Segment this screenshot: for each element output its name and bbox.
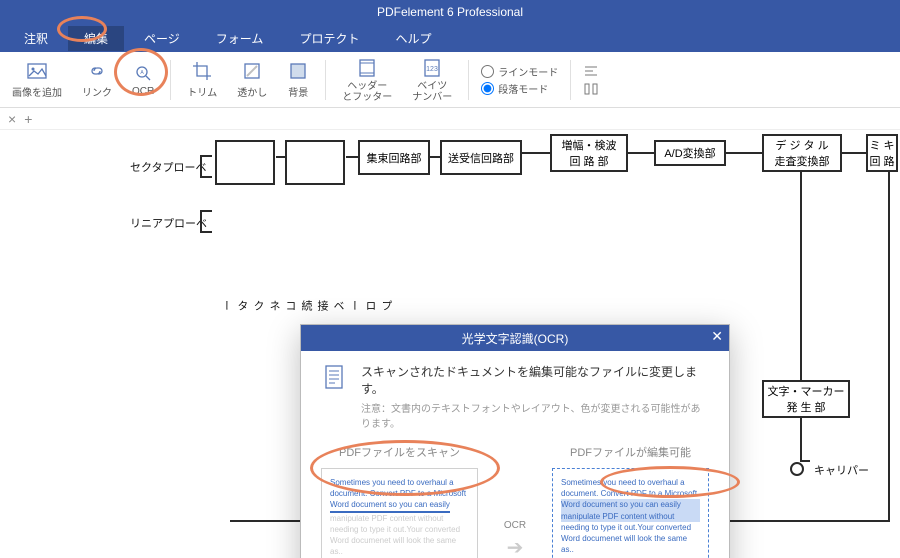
add-tab-icon[interactable]: +	[24, 111, 32, 127]
image-icon	[26, 60, 48, 82]
close-tab-icon[interactable]: ×	[8, 111, 16, 127]
background-button[interactable]: 背景	[283, 58, 313, 101]
line-mode-radio[interactable]: ラインモード	[481, 64, 558, 79]
ribbon-label: 画像を追加	[12, 84, 62, 99]
menu-help[interactable]: ヘルプ	[379, 26, 447, 51]
scan-preview: Sometimes you need to overhaul a documen…	[321, 468, 478, 558]
ocr-button[interactable]: A OCR	[128, 60, 158, 99]
diagram-box: A/D変換部	[654, 140, 726, 166]
edit-preview: Sometimes you need to overhaul a documen…	[552, 468, 709, 558]
ribbon-label: ヘッダー とフッター	[342, 81, 392, 103]
align-tools	[583, 63, 599, 97]
arrow-right-icon: ➔	[507, 535, 524, 558]
ribbon-label: リンク	[82, 84, 112, 99]
diagram-box: 送受信回路部	[440, 140, 522, 175]
scan-col-title: PDFファイルをスキャン	[321, 444, 478, 460]
ribbon-divider	[170, 60, 171, 100]
document-canvas: 集束回路部 送受信回路部 増幅・検波 回 路 部 A/D変換部 デ ジ タ ル …	[0, 130, 900, 558]
edit-mode-group: ラインモード 段落モード	[481, 64, 558, 96]
ocr-arrow: OCR ➔	[490, 444, 540, 558]
ribbon-divider	[468, 60, 469, 100]
align-icon[interactable]	[583, 63, 599, 79]
bates-number-button[interactable]: 123 ベイツ ナンバー	[408, 55, 456, 105]
ribbon-divider	[325, 60, 326, 100]
diagram-box	[285, 140, 345, 185]
watermark-icon	[241, 60, 263, 82]
trim-button[interactable]: トリム	[183, 58, 221, 101]
bates-icon: 123	[421, 57, 443, 79]
ribbon-label: 透かし	[237, 84, 267, 99]
linear-probe-label: リニアプローベ	[130, 215, 207, 231]
close-icon[interactable]: ✕	[711, 328, 723, 345]
diagram-box: 文字・マーカー 発 生 部	[762, 380, 850, 418]
ribbon-divider	[570, 60, 571, 100]
menu-protect[interactable]: プロテクト	[283, 26, 375, 51]
paragraph-mode-radio[interactable]: 段落モード	[481, 81, 558, 96]
ocr-dialog: 光学文字認識(OCR) ✕ スキャンされたドキュメントを編集可能なファイルに変更…	[300, 324, 730, 558]
ribbon-label: トリム	[187, 84, 217, 99]
dialog-desc-sub: 注意：文書内のテキストフォントやレイアウト、色が変更される可能性があります。	[361, 400, 709, 430]
ribbon-label: 背景	[288, 84, 308, 99]
dialog-desc-main: スキャンされたドキュメントを編集可能なファイルに変更します。	[361, 363, 709, 397]
diagram-box: 増幅・検波 回 路 部	[550, 134, 628, 172]
svg-text:A: A	[140, 70, 144, 76]
header-footer-button[interactable]: ヘッダー とフッター	[338, 55, 396, 105]
caliper-node	[790, 462, 804, 476]
dialog-title: 光学文字認識(OCR)	[462, 330, 569, 347]
menu-edit[interactable]: 編集	[68, 26, 124, 51]
watermark-button[interactable]: 透かし	[233, 58, 271, 101]
tab-strip: × +	[0, 108, 900, 130]
ribbon: 画像を追加 リンク A OCR トリム 透かし 背景 ヘッダー と	[0, 52, 900, 108]
add-image-button[interactable]: 画像を追加	[8, 58, 66, 101]
crop-icon	[191, 60, 213, 82]
title-bar: PDFelement 6 Professional	[0, 0, 900, 24]
diagram-box: ミ キ 回 路	[866, 134, 898, 172]
caliper-label: キャリパー	[814, 462, 869, 478]
sector-probe-label: セクタプローベ	[130, 159, 207, 175]
ribbon-label: OCR	[132, 86, 154, 97]
edit-col-title: PDFファイルが編集可能	[552, 444, 709, 460]
diagram-box	[215, 140, 275, 185]
distribute-icon[interactable]	[583, 81, 599, 97]
menu-bar: 注釈 編集 ページ フォーム プロテクト ヘルプ	[0, 24, 900, 52]
menu-annotate[interactable]: 注釈	[8, 26, 64, 51]
link-button[interactable]: リンク	[78, 58, 116, 101]
probe-connector-label: プローベ接続コネクター	[218, 300, 394, 311]
menu-form[interactable]: フォーム	[200, 26, 280, 51]
link-icon	[86, 60, 108, 82]
diagram-box: デ ジ タ ル 走査変換部	[762, 134, 842, 172]
ocr-icon: A	[132, 62, 154, 84]
document-icon	[321, 363, 349, 391]
header-footer-icon	[356, 57, 378, 79]
svg-text:123: 123	[426, 66, 438, 73]
menu-page[interactable]: ページ	[128, 26, 196, 51]
ribbon-label: ベイツ ナンバー	[412, 81, 452, 103]
dialog-title-bar: 光学文字認識(OCR) ✕	[301, 325, 729, 351]
app-title: PDFelement 6 Professional	[377, 5, 523, 19]
diagram-box: 集束回路部	[358, 140, 430, 175]
background-icon	[287, 60, 309, 82]
